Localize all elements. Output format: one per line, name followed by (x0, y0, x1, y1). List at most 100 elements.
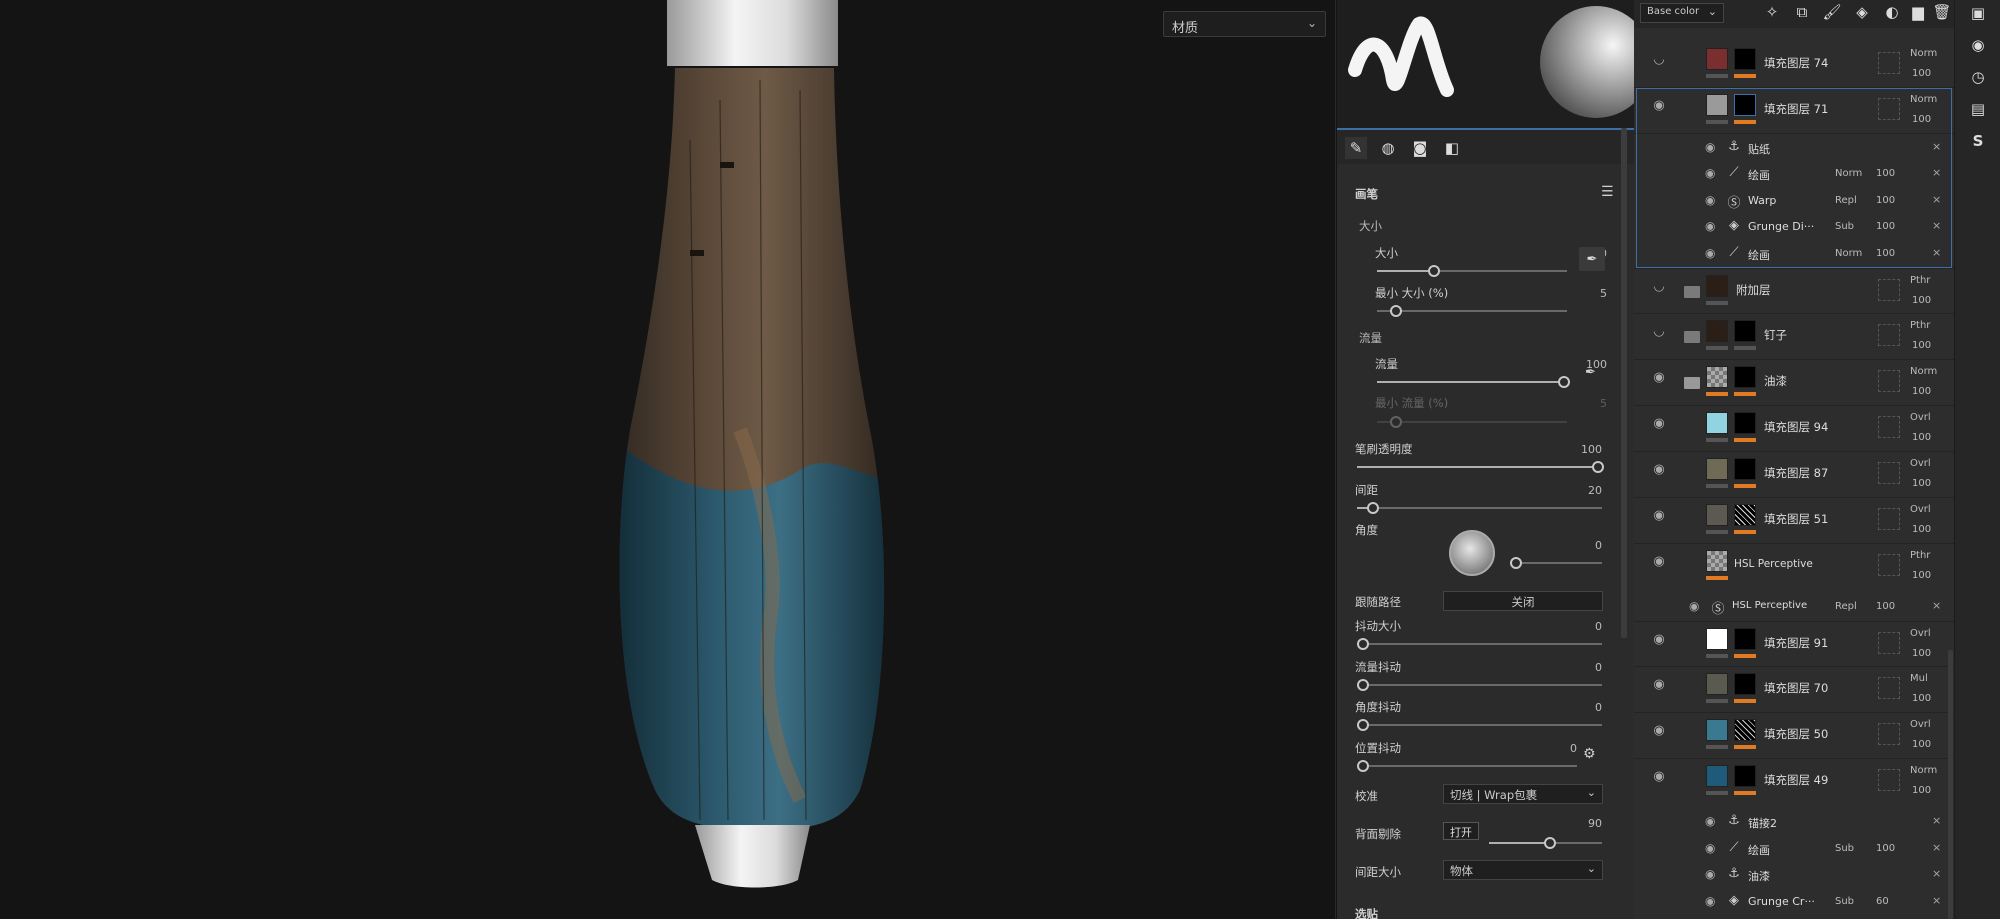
layer-blend-mode[interactable]: Pthr (1910, 550, 1930, 561)
trash-icon[interactable]: 🗑 (1932, 3, 1952, 23)
flow-pen-icon[interactable]: ✒ (1585, 365, 1596, 380)
effect-blend[interactable]: Repl (1835, 601, 1857, 612)
effect-row[interactable]: ◉ ⚓ 油漆 × (1698, 861, 1954, 887)
effect-opacity[interactable]: 100 (1876, 248, 1895, 259)
layer-row[interactable]: ◡ 填充图层 74 Norm 100 (1634, 42, 1954, 88)
layer-color-box[interactable] (1878, 632, 1900, 654)
layer-blend-mode[interactable]: Ovrl (1910, 412, 1931, 423)
effect-row[interactable]: ◉ ⚓ 锚接2 × (1698, 808, 1954, 834)
layer-row[interactable]: ◉ 填充图层 70 Mul 100 (1634, 667, 1954, 713)
flow-jitter-knob[interactable] (1357, 679, 1369, 691)
visibility-eye-icon[interactable]: ◉ (1650, 416, 1668, 431)
layer-blend-mode[interactable]: Norm (1910, 94, 1937, 105)
layer-mask-thumbnail[interactable] (1734, 94, 1756, 116)
close-icon[interactable]: × (1932, 246, 1941, 259)
visibility-eye-icon[interactable]: ◉ (1705, 894, 1715, 908)
effect-blend[interactable]: Sub (1835, 843, 1854, 854)
effect-row[interactable]: ◉ ⟋ 绘画 Norm 100 × (1698, 160, 1954, 186)
close-icon[interactable]: × (1932, 814, 1941, 827)
layer-color-box[interactable] (1878, 279, 1900, 301)
effect-row[interactable]: ◉ ⚓ 贴纸 × (1698, 134, 1954, 160)
backface-slider[interactable] (1489, 837, 1602, 849)
folder-icon[interactable] (1684, 331, 1700, 343)
effect-blend[interactable]: Norm (1835, 168, 1862, 179)
substance-s-icon[interactable]: S (1968, 132, 1988, 152)
layer-opacity[interactable]: 100 (1912, 478, 1931, 489)
visibility-eye-icon[interactable]: ◉ (1705, 193, 1715, 207)
close-icon[interactable]: × (1932, 140, 1941, 153)
layer-color-box[interactable] (1878, 416, 1900, 438)
tab-brush[interactable]: ✎ (1345, 137, 1367, 159)
layer-color-box[interactable] (1878, 769, 1900, 791)
backface-knob[interactable] (1544, 837, 1556, 849)
close-icon[interactable]: × (1932, 841, 1941, 854)
visibility-eye-icon[interactable]: ◉ (1705, 814, 1715, 828)
flow-slider[interactable] (1377, 376, 1570, 388)
layer-mask-thumbnail[interactable] (1734, 628, 1756, 650)
layer-opacity[interactable]: 100 (1912, 114, 1931, 125)
history-icon[interactable]: ◷ (1968, 68, 1988, 88)
layer-blend-mode[interactable]: Mul (1910, 673, 1928, 684)
min-size-slider[interactable] (1377, 305, 1567, 317)
layer-mask-thumbnail[interactable] (1734, 412, 1756, 434)
layer-opacity[interactable]: 100 (1912, 739, 1931, 750)
list-icon[interactable]: ☰ (1601, 184, 1614, 200)
layer-color-box[interactable] (1878, 324, 1900, 346)
close-icon[interactable]: × (1932, 867, 1941, 880)
layer-mask-thumbnail[interactable] (1734, 719, 1756, 741)
layer-blend-mode[interactable]: Norm (1910, 48, 1937, 59)
visibility-eye-icon[interactable]: ◉ (1650, 462, 1668, 477)
position-jitter-slider[interactable] (1357, 760, 1577, 772)
effect-row[interactable]: ◉ Ⓢ Warp Repl 100 × (1698, 187, 1954, 213)
effect-opacity[interactable]: 100 (1876, 195, 1895, 206)
effect-blend[interactable]: Norm (1835, 248, 1862, 259)
layer-mask-thumbnail[interactable] (1734, 504, 1756, 526)
folder-row[interactable]: ◡ 附加层 Pthr 100 (1634, 268, 1954, 314)
size-jitter-knob[interactable] (1357, 638, 1369, 650)
effect-opacity[interactable]: 100 (1876, 221, 1895, 232)
follow-path-toggle[interactable]: 关闭 (1443, 591, 1603, 611)
gear-icon[interactable]: ⚙ (1583, 746, 1596, 762)
layer-row[interactable]: ◉ 填充图层 51 Ovrl 100 (1634, 498, 1954, 544)
layer-opacity[interactable]: 100 (1912, 648, 1931, 659)
angle-dial[interactable] (1449, 530, 1495, 576)
display-settings-icon[interactable]: ▣ (1968, 4, 1988, 24)
spacing-slider[interactable] (1357, 502, 1602, 514)
layer-mask-thumbnail[interactable] (1734, 673, 1756, 695)
folder-row[interactable]: ◡ 钉子 Pthr 100 (1634, 314, 1954, 360)
opacity-slider[interactable] (1357, 461, 1604, 473)
size-slider[interactable] (1377, 265, 1567, 277)
layer-opacity[interactable]: 100 (1912, 386, 1931, 397)
layer-opacity[interactable]: 100 (1912, 785, 1931, 796)
visibility-eye-icon[interactable]: ◉ (1705, 140, 1715, 154)
visibility-eye-icon[interactable]: ◉ (1650, 554, 1668, 569)
layer-opacity[interactable]: 100 (1912, 432, 1931, 443)
visibility-eye-icon[interactable]: ◉ (1650, 769, 1668, 784)
log-icon[interactable]: ▤ (1968, 100, 1988, 120)
opacity-knob[interactable] (1592, 461, 1604, 473)
angle-knob[interactable] (1510, 557, 1522, 569)
min-flow-knob[interactable] (1390, 416, 1402, 428)
add-effect-icon[interactable]: ⧉ (1792, 3, 1812, 23)
effect-opacity[interactable]: 100 (1876, 843, 1895, 854)
effect-blend[interactable]: Repl (1835, 195, 1857, 206)
visibility-eye-icon[interactable]: ◉ (1705, 166, 1715, 180)
layer-channel-select[interactable]: Base color ⌄ (1640, 3, 1724, 23)
visibility-eye-icon[interactable]: ◉ (1650, 723, 1668, 738)
effect-blend[interactable]: Sub (1835, 896, 1854, 907)
visibility-eye-icon[interactable]: ◉ (1689, 599, 1699, 613)
min-size-knob[interactable] (1390, 305, 1402, 317)
layers-scrollbar[interactable] (1948, 650, 1953, 919)
layer-row[interactable]: ◉ 填充图层 49 Norm 100 (1634, 759, 1954, 805)
spacing-size-select[interactable]: 物体 ⌄ (1443, 860, 1603, 880)
layer-row[interactable]: ◉ 填充图层 50 Ovrl 100 (1634, 713, 1954, 759)
smart-material-icon[interactable]: ◐ (1882, 3, 1902, 23)
props-scrollbar[interactable] (1621, 128, 1627, 638)
visibility-eye-icon[interactable]: ◉ (1650, 370, 1668, 385)
layer-opacity[interactable]: 100 (1912, 295, 1931, 306)
layer-opacity[interactable]: 100 (1912, 68, 1931, 79)
angle-jitter-slider[interactable] (1357, 719, 1602, 731)
visibility-eye-icon[interactable]: ◡ (1650, 279, 1668, 294)
close-icon[interactable]: × (1932, 193, 1941, 206)
visibility-eye-icon[interactable]: ◡ (1650, 324, 1668, 339)
